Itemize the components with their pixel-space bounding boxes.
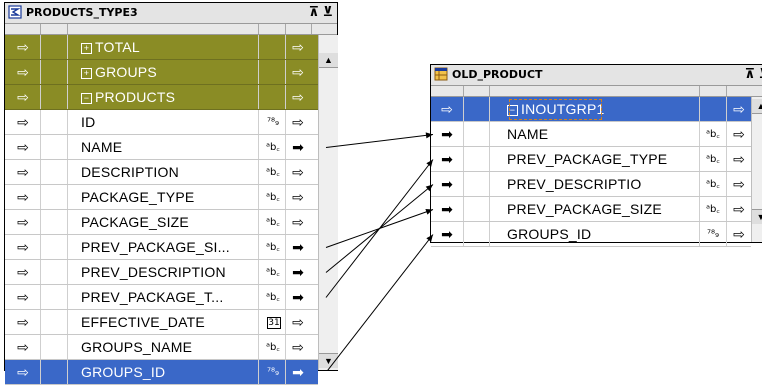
mapping-arrowhead [425,209,433,215]
mapping-arrowhead [425,132,433,139]
mapping-line[interactable] [325,159,434,298]
mapping-arrowhead [426,234,433,242]
mapping-line[interactable] [326,234,434,372]
mapping-connections [325,132,434,372]
mapping-line[interactable] [325,134,434,148]
mapping-arrowhead [426,159,433,167]
